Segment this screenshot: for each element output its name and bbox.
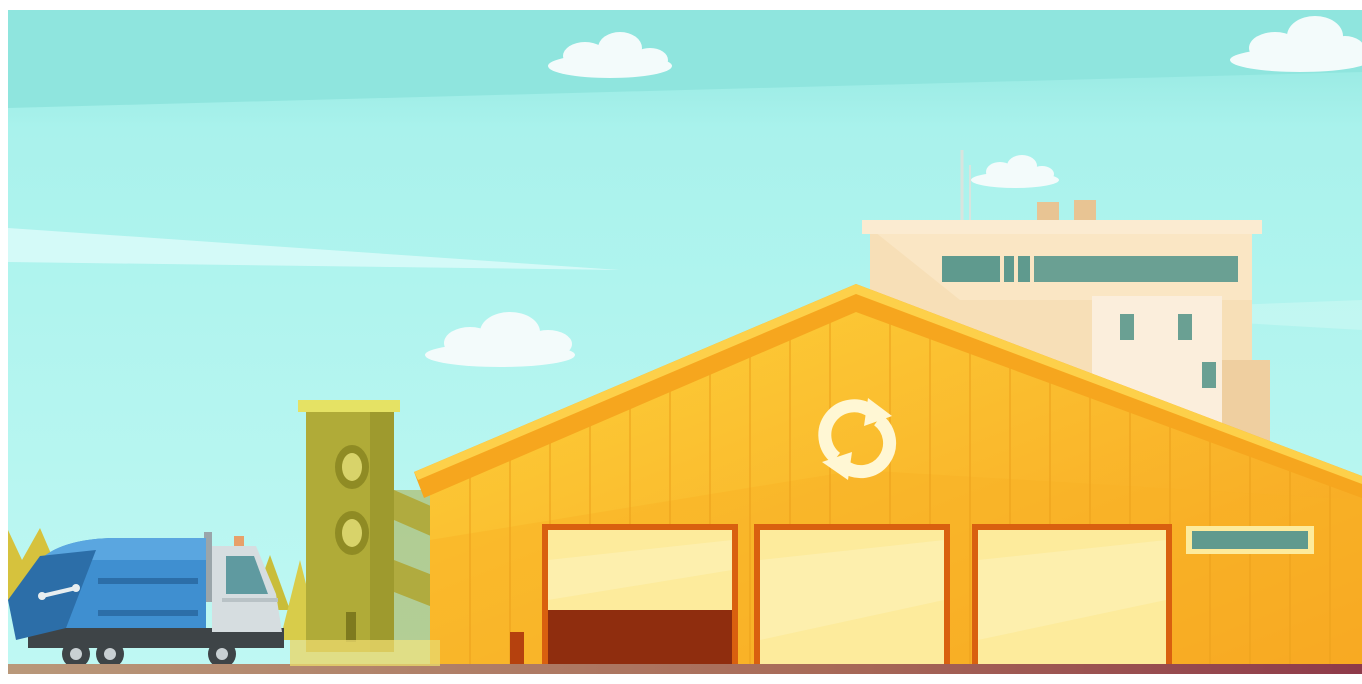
ground-strip-left [290, 640, 440, 666]
recycling-plant-illustration [8, 10, 1362, 674]
ground [8, 664, 1362, 674]
